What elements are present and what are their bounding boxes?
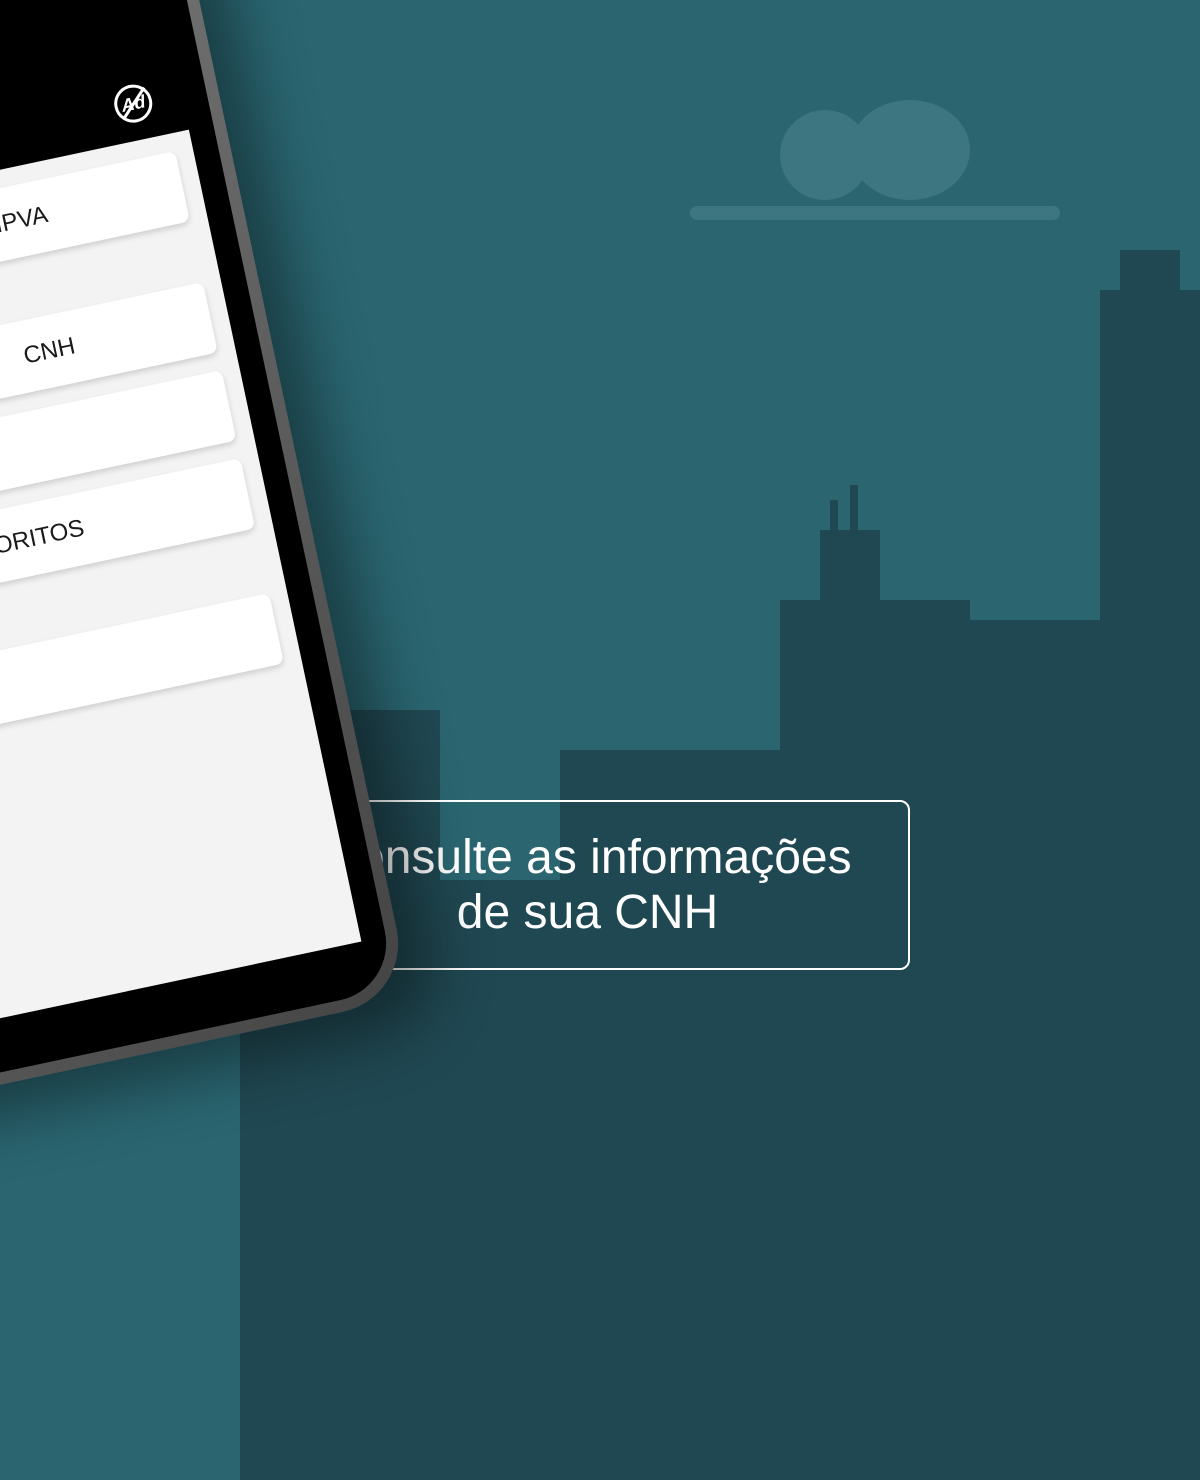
phone-mockup: ltas App CONSULTA MULTAS Ad IPVA ADORA D…: [0, 0, 411, 1118]
card-ntrc-label: NTRC: [0, 619, 260, 736]
building-silhouette: [950, 620, 1110, 1480]
cloud-decoration: [720, 140, 1000, 220]
building-silhouette: [1100, 290, 1200, 1480]
no-ads-icon[interactable]: Ad: [111, 81, 156, 126]
promo-text: Consulte as informações de sua CNH: [323, 831, 851, 939]
app-body: IPVA ADORA DO IPVA CNH EICULAR: [0, 130, 361, 1047]
building-silhouette: [820, 530, 880, 1480]
